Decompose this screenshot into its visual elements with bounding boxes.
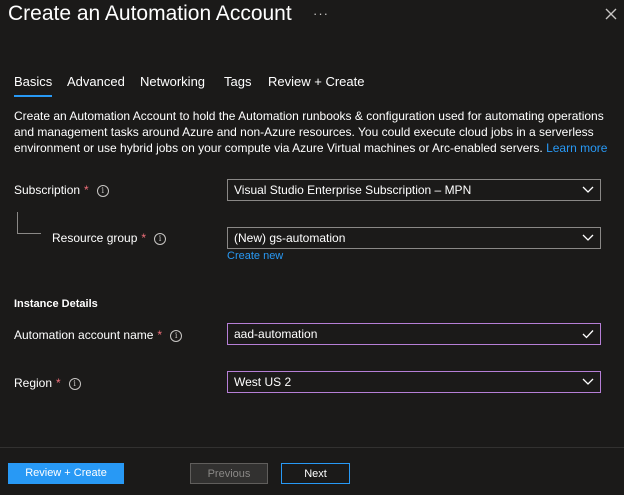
check-icon	[582, 330, 594, 339]
required-marker: *	[157, 328, 163, 342]
account-name-input[interactable]: aad-automation	[227, 323, 601, 345]
section-heading: Instance Details	[14, 298, 98, 310]
previous-button[interactable]: Previous	[190, 463, 268, 484]
subscription-label-text: Subscription	[14, 183, 81, 197]
review-create-button[interactable]: Review + Create	[8, 463, 124, 484]
learn-more-link[interactable]: Learn more	[546, 141, 607, 155]
tab-basics[interactable]: Basics	[14, 74, 53, 97]
tree-connector	[17, 233, 41, 234]
description-text: Create an Automation Account to hold the…	[14, 109, 604, 155]
resource-group-value: (New) gs-automation	[234, 231, 346, 245]
page-title: Create an Automation Account	[8, 2, 292, 25]
info-icon[interactable]: i	[68, 378, 81, 390]
next-button[interactable]: Next	[281, 463, 350, 484]
tree-connector	[17, 212, 18, 234]
required-marker: *	[141, 231, 147, 245]
footer-divider	[0, 447, 624, 448]
close-icon[interactable]	[603, 6, 619, 22]
resource-group-label: Resource group * i	[52, 231, 167, 245]
chevron-down-icon	[582, 378, 594, 385]
required-marker: *	[56, 376, 61, 390]
description: Create an Automation Account to hold the…	[14, 108, 614, 156]
tab-advanced[interactable]: Advanced	[67, 74, 125, 89]
region-select[interactable]: West US 2	[227, 371, 601, 393]
create-new-link[interactable]: Create new	[227, 250, 283, 262]
subscription-select[interactable]: Visual Studio Enterprise Subscription – …	[227, 179, 601, 201]
ellipsis-icon[interactable]: ···	[313, 6, 329, 21]
subscription-label: Subscription * i	[14, 183, 109, 197]
info-icon[interactable]: i	[170, 330, 183, 342]
info-icon[interactable]: i	[96, 185, 109, 197]
account-name-value: aad-automation	[234, 327, 318, 341]
region-label-text: Region	[14, 376, 53, 390]
chevron-down-icon	[582, 234, 594, 241]
region-value: West US 2	[234, 375, 292, 389]
resource-group-select[interactable]: (New) gs-automation	[227, 227, 601, 249]
required-marker: *	[84, 183, 89, 197]
resource-group-label-text: Resource group	[52, 231, 138, 245]
tab-networking[interactable]: Networking	[140, 74, 205, 89]
info-icon[interactable]: i	[154, 233, 167, 245]
account-name-label: Automation account name * i	[14, 328, 183, 342]
region-label: Region * i	[14, 376, 81, 390]
account-name-label-text: Automation account name	[14, 328, 154, 342]
tab-tags[interactable]: Tags	[224, 74, 251, 89]
tab-review-create[interactable]: Review + Create	[268, 74, 364, 89]
subscription-value: Visual Studio Enterprise Subscription – …	[234, 183, 472, 197]
chevron-down-icon	[582, 186, 594, 193]
